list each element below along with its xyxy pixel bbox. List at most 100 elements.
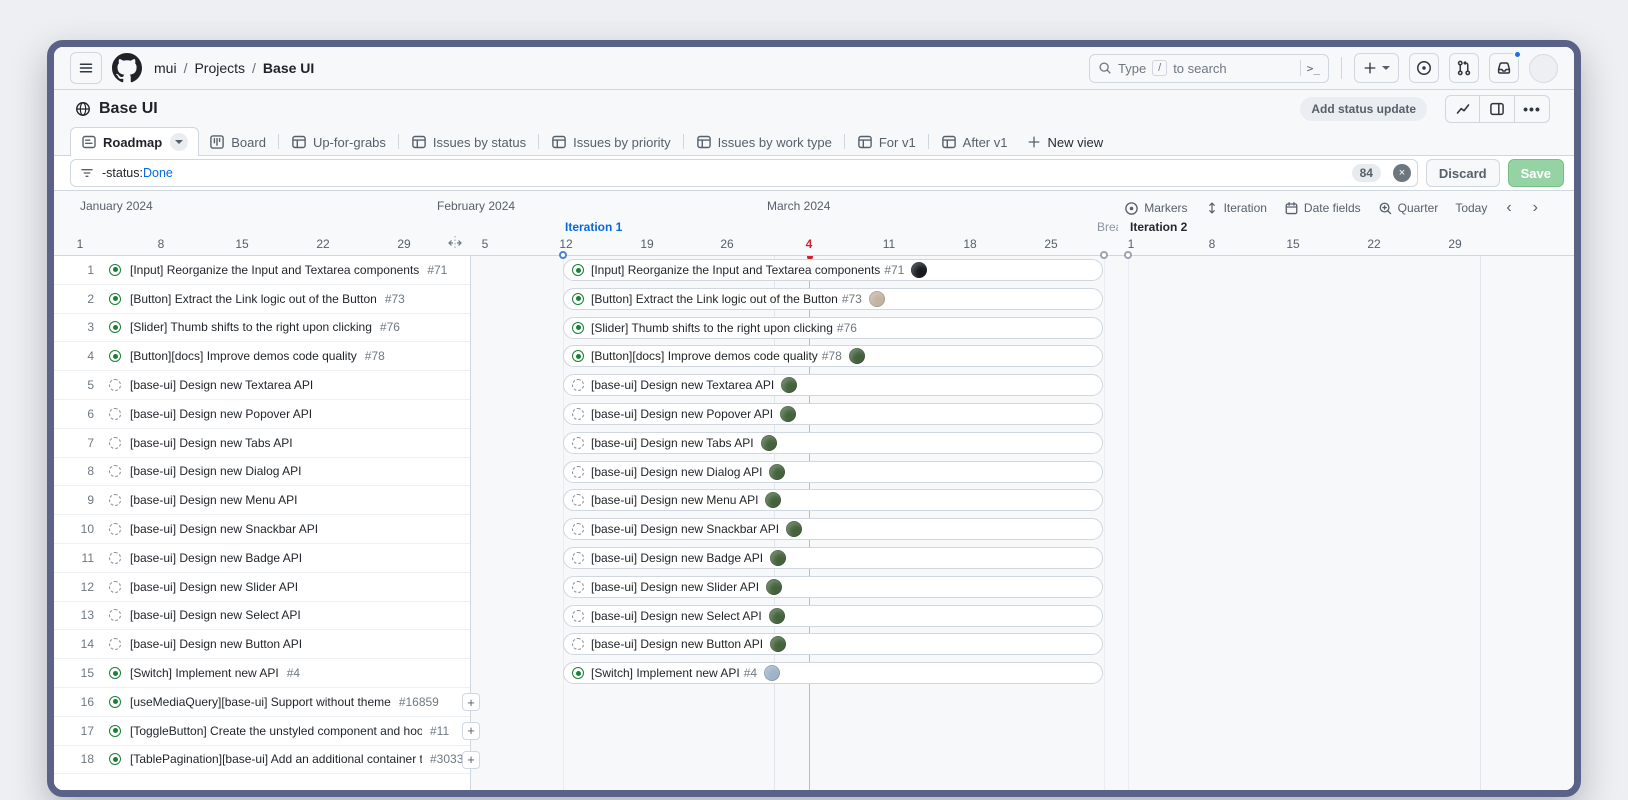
side-panel-button[interactable] [1480, 95, 1515, 123]
clear-filter-button[interactable]: × [1393, 164, 1411, 182]
add-date-button[interactable]: + [462, 722, 480, 740]
table-row[interactable]: 12[base-ui] Design new Slider API [54, 573, 470, 602]
filter-query-input[interactable]: -status:Done 84 × [70, 159, 1418, 187]
control-markers[interactable]: Markers [1124, 201, 1187, 216]
save-button[interactable]: Save [1508, 159, 1564, 187]
table-row[interactable]: 14[base-ui] Design new Button API [54, 630, 470, 659]
issue-number: #71 [427, 263, 447, 277]
command-palette-icon[interactable]: >_ [1307, 62, 1320, 75]
bar-title: [base-ui] Design new Tabs API [591, 436, 754, 450]
row-number: 2 [72, 292, 94, 306]
breadcrumb-projects[interactable]: Projects [194, 60, 245, 76]
gantt-bar[interactable]: [base-ui] Design new Popover API [563, 403, 1103, 425]
date-tick: 5 [482, 237, 489, 251]
issue-number: #73 [385, 292, 405, 306]
gantt-bar[interactable]: [base-ui] Design new Button API [563, 633, 1103, 655]
control-date-fields[interactable]: Date fields [1284, 201, 1361, 216]
gantt-bar[interactable]: [base-ui] Design new Tabs API [563, 432, 1103, 454]
gantt-bar[interactable]: [base-ui] Design new Badge API [563, 547, 1103, 569]
insights-button[interactable] [1445, 95, 1480, 123]
gantt-bar[interactable]: [base-ui] Design new Select API [563, 605, 1103, 627]
table-row[interactable]: 7[base-ui] Design new Tabs API [54, 429, 470, 458]
draft-issue-icon [109, 408, 121, 420]
date-tick: 8 [158, 237, 165, 251]
breadcrumb-org[interactable]: mui [154, 60, 177, 76]
project-more-options-button[interactable]: ••• [1515, 95, 1550, 123]
add-status-update-button[interactable]: Add status update [1300, 97, 1427, 121]
search-placeholder-part2: to search [1173, 61, 1226, 76]
prev-page-button[interactable]: ‹ [1504, 200, 1513, 216]
view-options-caret-button[interactable] [170, 133, 188, 151]
issues-button[interactable] [1409, 53, 1439, 83]
control-iteration[interactable]: Iteration [1205, 201, 1267, 215]
gantt-bar[interactable]: [base-ui] Design new Menu API [563, 489, 1103, 511]
tab-label: Roadmap [103, 135, 162, 150]
table-row[interactable]: 9[base-ui] Design new Menu API [54, 486, 470, 515]
table-row[interactable]: 10[base-ui] Design new Snackbar API [54, 515, 470, 544]
table-row[interactable]: 18[TablePagination][base-ui] Add an addi… [54, 746, 470, 775]
table-row[interactable]: 11[base-ui] Design new Badge API [54, 544, 470, 573]
bar-title: [Button] Extract the Link logic out of t… [591, 292, 838, 306]
column-resize-handle[interactable] [448, 235, 462, 251]
gantt-bar[interactable]: [Button] Extract the Link logic out of t… [563, 288, 1103, 310]
add-date-button[interactable]: + [462, 693, 480, 711]
gantt-bar[interactable]: [base-ui] Design new Snackbar API [563, 518, 1103, 540]
tab-label: For v1 [879, 135, 916, 150]
tab-issues-by-status[interactable]: Issues by status [401, 128, 536, 156]
open-issue-icon [572, 667, 584, 679]
add-date-button[interactable]: + [462, 751, 480, 769]
issue-title: [base-ui] Design new Button API [130, 637, 302, 651]
tab-label: Issues by status [433, 135, 526, 150]
gantt-bar[interactable]: [base-ui] Design new Textarea API [563, 374, 1103, 396]
git-pull-request-icon [1456, 60, 1472, 76]
user-avatar[interactable] [1529, 54, 1558, 83]
new-view-button[interactable]: New view [1017, 128, 1113, 156]
tab-issues-by-work-type[interactable]: Issues by work type [686, 128, 842, 156]
table-row[interactable]: 15[Switch] Implement new API#4 [54, 659, 470, 688]
gantt-bar[interactable]: [Slider] Thumb shifts to the right upon … [563, 317, 1103, 339]
tab-up-for-grabs[interactable]: Up-for-grabs [281, 128, 396, 156]
notifications-button[interactable] [1489, 53, 1519, 83]
gantt-bar[interactable]: [Switch] Implement new API#4 [563, 662, 1103, 684]
tab-board[interactable]: Board [199, 128, 276, 156]
tab-for-v1[interactable]: For v1 [847, 128, 926, 156]
discard-button[interactable]: Discard [1426, 159, 1500, 187]
next-page-button[interactable]: › [1531, 200, 1540, 216]
tab-issues-by-priority[interactable]: Issues by priority [541, 128, 681, 156]
gantt-bar[interactable]: [base-ui] Design new Dialog API [563, 461, 1103, 483]
breadcrumb-separator: / [252, 60, 256, 76]
table-row[interactable]: 8[base-ui] Design new Dialog API [54, 458, 470, 487]
chevron-down-icon [175, 140, 183, 144]
table-row[interactable]: 5[base-ui] Design new Textarea API [54, 371, 470, 400]
open-issue-icon [572, 350, 584, 362]
assignee-avatar [761, 435, 777, 451]
gantt-bar[interactable]: [Input] Reorganize the Input and Textare… [563, 259, 1103, 281]
bar-issue-number: #4 [744, 666, 757, 680]
breadcrumb-current[interactable]: Base UI [263, 60, 314, 76]
table-row[interactable]: 6[base-ui] Design new Popover API [54, 400, 470, 429]
gantt-bar[interactable]: [base-ui] Design new Slider API [563, 576, 1103, 598]
gantt-bar[interactable]: [Button][docs] Improve demos code qualit… [563, 345, 1103, 367]
row-number: 3 [72, 320, 94, 334]
row-number: 17 [72, 724, 94, 738]
pull-requests-button[interactable] [1449, 53, 1479, 83]
row-number: 12 [72, 580, 94, 594]
tab-after-v1[interactable]: After v1 [931, 128, 1018, 156]
table-row[interactable]: 3[Slider] Thumb shifts to the right upon… [54, 314, 470, 343]
table-row[interactable]: 13[base-ui] Design new Select API [54, 602, 470, 631]
table-row[interactable]: 4[Button][docs] Improve demos code quali… [54, 342, 470, 371]
control-today[interactable]: Today [1455, 201, 1487, 215]
hamburger-menu-button[interactable] [70, 52, 102, 84]
bar-title: [Slider] Thumb shifts to the right upon … [591, 321, 833, 335]
control-quarter[interactable]: Quarter [1378, 201, 1439, 216]
github-logo[interactable] [112, 53, 142, 83]
table-row[interactable]: 17[ToggleButton] Create the unstyled com… [54, 717, 470, 746]
tab-roadmap[interactable]: Roadmap [70, 127, 199, 156]
search-placeholder-part1: Type [1118, 61, 1146, 76]
draft-issue-icon [109, 552, 121, 564]
table-row[interactable]: 1[Input] Reorganize the Input and Textar… [54, 256, 470, 285]
global-search-input[interactable]: Type / to search >_ [1089, 54, 1329, 83]
table-row[interactable]: 2[Button] Extract the Link logic out of … [54, 285, 470, 314]
create-new-button[interactable] [1354, 53, 1399, 83]
table-row[interactable]: 16[useMediaQuery][base-ui] Support witho… [54, 688, 470, 717]
